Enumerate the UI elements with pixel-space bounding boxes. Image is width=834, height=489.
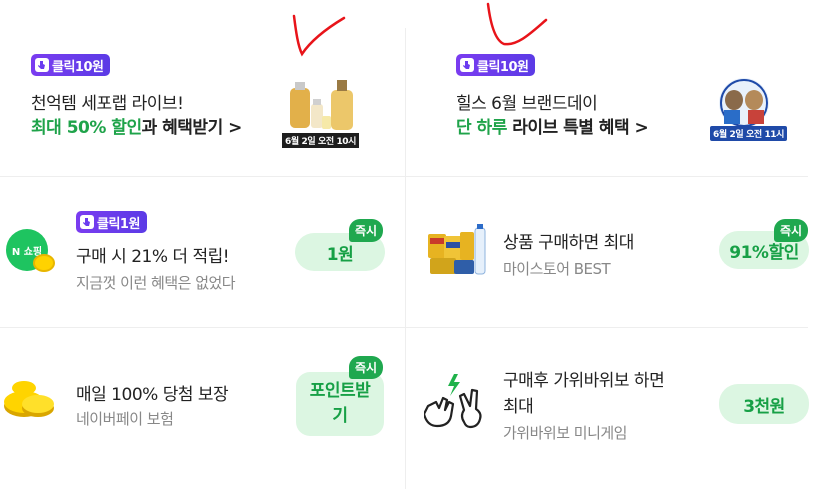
promo-title: 힐스 6월 브랜드데이 [456,94,598,114]
gold-coins-icon [4,381,54,417]
instant-tag: 즉시 [774,219,809,242]
reward-title: 상품 구매하면 최대 [503,233,634,253]
row-divider-2 [0,327,808,328]
reward-subtitle: 가위바위보 미니게임 [503,424,627,442]
promo-cta: 과 혜택받기 > [141,118,243,138]
promo-subtitle[interactable]: 단 하루 라이브 특별 혜택 > [456,113,649,138]
click-reward-badge: 클릭10원 [31,54,111,76]
promo-highlight: 단 하루 [456,118,507,138]
reward-title-line1: 구매후 가위바위보 하면 [503,371,665,391]
badge-label: 클릭1원 [97,216,140,232]
pet-food-image [719,78,769,128]
promo-subtitle[interactable]: 최대 50% 할인과 혜택받기 > [31,113,242,138]
reward-title: 구매 시 21% 더 적립! [76,247,230,267]
hand-pointer-icon [460,58,474,72]
hand-pointer-icon [35,58,49,72]
reward-points-button[interactable]: 포인트받기 [296,372,384,436]
promo-title: 천억템 세포랩 라이브! [31,94,184,114]
live-schedule-caption: 6월 2일 오전 11시 [710,126,788,141]
reward-subtitle: 네이버페이 보험 [76,410,174,428]
click-reward-badge: 클릭1원 [76,211,147,233]
promo-cta: 라이브 특별 혜택 > [506,118,649,138]
rock-paper-scissors-icon [424,374,482,429]
annotation-checkmark-left [292,14,346,57]
promo-highlight: 최대 50% 할인 [31,118,142,138]
coin-icon [33,254,55,272]
instant-tag: 즉시 [349,356,384,379]
badge-label: 클릭10원 [477,59,529,75]
reward-title: 매일 100% 당첨 보장 [76,385,229,405]
badge-label: 클릭10원 [52,59,104,75]
hand-pointer-icon [80,215,94,229]
reward-amount-button[interactable]: 3천원 [719,384,809,424]
click-reward-badge: 클릭10원 [456,54,536,76]
serum-bottles-image [290,80,353,130]
annotation-checkmark-right [486,2,548,46]
row-divider-1 [0,176,808,177]
reward-subtitle: 마이스토어 BEST [503,260,611,278]
products-image [428,224,486,275]
reward-title-line2: 최대 [503,397,534,417]
reward-subtitle: 지금껏 이런 혜택은 없었다 [76,274,236,292]
live-schedule-caption: 6월 2일 오전 10시 [282,133,360,148]
column-divider [405,28,406,489]
instant-tag: 즉시 [349,219,384,242]
